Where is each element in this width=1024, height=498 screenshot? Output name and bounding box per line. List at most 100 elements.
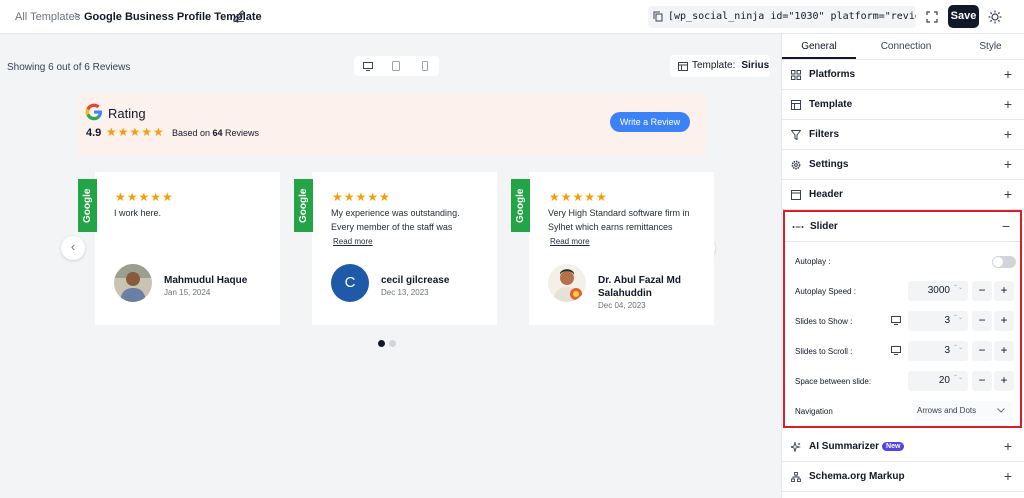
rating-score: 4.9: [86, 127, 102, 139]
desktop-icon[interactable]: [354, 56, 382, 76]
section-platforms[interactable]: Platforms +: [782, 60, 1024, 90]
show-increment-button[interactable]: +: [994, 311, 1014, 331]
reviewer-name: Dr. Abul Fazal Md Salahuddin: [598, 275, 681, 299]
sun-icon[interactable]: [988, 10, 1002, 24]
tab-connection[interactable]: Connection: [856, 34, 956, 59]
grid-icon: [791, 70, 801, 80]
slides-to-show-row: Slides to Show : 3 ⌃⌄ − +: [785, 306, 1020, 336]
spin-icon[interactable]: ⌃⌄: [953, 285, 963, 291]
slides-to-scroll-value: 3: [944, 345, 950, 356]
gear-icon: [791, 160, 801, 170]
section-label: Template: [809, 99, 853, 110]
reviews-count-text: Showing 6 out of 6 Reviews: [7, 62, 131, 73]
rating-stars: ★★★★★: [106, 125, 165, 139]
slider-header[interactable]: Slider −: [785, 212, 1020, 242]
tablet-icon[interactable]: [382, 56, 410, 76]
slides-to-scroll-input[interactable]: 3 ⌃⌄: [908, 341, 968, 361]
review-stars: ★★★★★: [115, 190, 174, 204]
slides-to-show-input[interactable]: 3 ⌃⌄: [908, 311, 968, 331]
section-filters[interactable]: Filters +: [782, 120, 1024, 150]
read-more-link[interactable]: Read more: [333, 237, 373, 246]
read-more-link[interactable]: Read more: [550, 237, 590, 246]
layout-icon: [791, 100, 801, 110]
space-decrement-button[interactable]: −: [972, 371, 992, 391]
save-button[interactable]: Save: [948, 5, 979, 28]
section-label: Settings: [809, 159, 849, 170]
breadcrumb-separator: >: [74, 10, 81, 22]
section-label-text: AI Summarizer: [809, 441, 880, 452]
spin-icon[interactable]: ⌃⌄: [953, 315, 963, 321]
speed-decrement-button[interactable]: −: [972, 281, 992, 301]
autoplay-toggle[interactable]: [992, 256, 1016, 268]
fullscreen-icon[interactable]: [926, 11, 938, 23]
section-label: Platforms: [809, 69, 856, 80]
section-template[interactable]: Template +: [782, 90, 1024, 120]
space-between-input[interactable]: 20 ⌃⌄: [908, 371, 968, 391]
spin-icon[interactable]: ⌃⌄: [953, 345, 963, 351]
expand-icon[interactable]: +: [1004, 438, 1012, 454]
slides-to-show-value: 3: [944, 315, 950, 326]
navigation-row: Navigation Arrows and Dots: [785, 396, 1020, 426]
section-label: Schema.org Markup: [809, 471, 905, 482]
copy-icon[interactable]: [653, 11, 663, 22]
space-between-label: Space between slide:: [795, 377, 872, 386]
expand-icon[interactable]: +: [1004, 126, 1012, 142]
review-date: Jan 15, 2024: [164, 288, 211, 297]
scroll-decrement-button[interactable]: −: [972, 341, 992, 361]
autoplay-speed-label: Autoplay Speed :: [795, 287, 856, 296]
rating-title: Rating: [108, 106, 146, 121]
review-card: ★★★★★ Very High Standard software firm i…: [529, 172, 714, 325]
template-label: Template:: [692, 60, 736, 71]
navigation-label: Navigation: [795, 407, 833, 416]
show-decrement-button[interactable]: −: [972, 311, 992, 331]
space-between-value: 20: [938, 375, 950, 386]
desktop-icon[interactable]: [891, 346, 901, 355]
section-label: AI Summarizer New: [809, 441, 905, 452]
review-date: Dec 04, 2023: [598, 301, 646, 310]
review-text: My experience was outstanding. Every mem…: [331, 208, 460, 232]
review-date: Dec 13, 2023: [381, 288, 429, 297]
autoplay-speed-input[interactable]: 3000 ⌃⌄: [908, 281, 968, 301]
review-text: I work here.: [114, 208, 162, 218]
navigation-value: Arrows and Dots: [917, 406, 977, 415]
space-increment-button[interactable]: +: [994, 371, 1014, 391]
autoplay-label: Autoplay :: [795, 257, 831, 266]
header-icon: [791, 190, 801, 200]
slides-to-show-label: Slides to Show :: [795, 317, 853, 326]
section-schema-markup[interactable]: Schema.org Markup +: [782, 462, 1024, 492]
slides-to-scroll-row: Slides to Scroll : 3 ⌃⌄ − +: [785, 336, 1020, 366]
section-header[interactable]: Header +: [782, 180, 1024, 210]
tab-style[interactable]: Style: [956, 34, 1024, 59]
expand-icon[interactable]: +: [1004, 156, 1012, 172]
avatar: C: [331, 264, 369, 302]
mobile-icon[interactable]: [411, 56, 439, 76]
section-ai-summarizer[interactable]: AI Summarizer New +: [782, 432, 1024, 462]
breadcrumb-all-templates[interactable]: All Templates: [15, 11, 80, 23]
write-review-button[interactable]: Write a Review: [610, 112, 690, 132]
google-logo-icon: [85, 103, 102, 121]
rating-count: 64: [212, 128, 223, 138]
collapse-icon[interactable]: −: [1002, 218, 1010, 234]
space-between-row: Space between slide: 20 ⌃⌄ − +: [785, 366, 1020, 396]
section-label: Filters: [809, 129, 840, 140]
section-settings[interactable]: Settings +: [782, 150, 1024, 180]
expand-icon[interactable]: +: [1004, 96, 1012, 112]
carousel-dot-active[interactable]: [378, 340, 385, 347]
review-text: Very High Standard software firm in Sylh…: [548, 208, 690, 232]
shortcode-field[interactable]: [wp_social_ninja id="1030" platform="rev…: [648, 6, 916, 28]
edit-icon[interactable]: [232, 9, 245, 22]
navigation-select[interactable]: Arrows and Dots: [913, 401, 1012, 421]
desktop-icon[interactable]: [891, 316, 901, 325]
autoplay-speed-row: Autoplay Speed : 3000 ⌃⌄ − +: [785, 276, 1020, 306]
autoplay-speed-value: 3000: [927, 285, 950, 296]
slider-icon: [792, 226, 804, 228]
expand-icon[interactable]: +: [1004, 186, 1012, 202]
scroll-increment-button[interactable]: +: [994, 341, 1014, 361]
spin-icon[interactable]: ⌃⌄: [953, 375, 963, 381]
tab-general[interactable]: General: [782, 34, 856, 59]
carousel-dot[interactable]: [389, 340, 396, 347]
speed-increment-button[interactable]: +: [994, 281, 1014, 301]
expand-icon[interactable]: +: [1004, 66, 1012, 82]
expand-icon[interactable]: +: [1004, 468, 1012, 484]
carousel-prev-button[interactable]: ‹: [61, 236, 85, 260]
